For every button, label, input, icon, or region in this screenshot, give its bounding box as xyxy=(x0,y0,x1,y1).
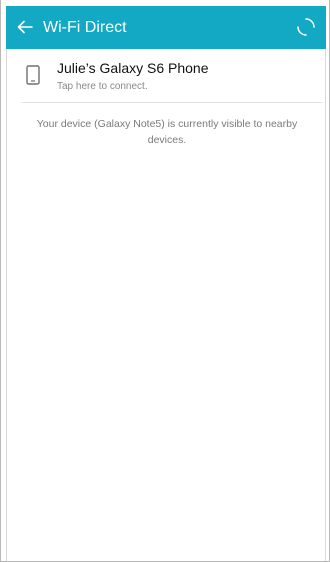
content-area: Julie’s Galaxy S6 Phone Tap here to conn… xyxy=(6,49,326,561)
visibility-note: Your device (Galaxy Note5) is currently … xyxy=(36,118,298,146)
divider xyxy=(21,102,323,103)
page-title: Wi-Fi Direct xyxy=(43,19,127,36)
device-status: Tap here to connect. xyxy=(57,81,148,92)
back-button[interactable] xyxy=(14,16,36,38)
phone-icon xyxy=(26,65,40,85)
app-bar: Wi-Fi Direct xyxy=(6,6,326,49)
refresh-button[interactable] xyxy=(294,15,318,39)
list-item-device[interactable]: Julie’s Galaxy S6 Phone Tap here to conn… xyxy=(7,49,325,101)
wifi-direct-screen: Wi-Fi Direct Julie’s Galaxy S6 Phone Tap… xyxy=(0,0,330,562)
device-name: Julie’s Galaxy S6 Phone xyxy=(57,60,209,76)
arrow-left-icon xyxy=(17,20,33,34)
refresh-icon xyxy=(297,18,315,36)
